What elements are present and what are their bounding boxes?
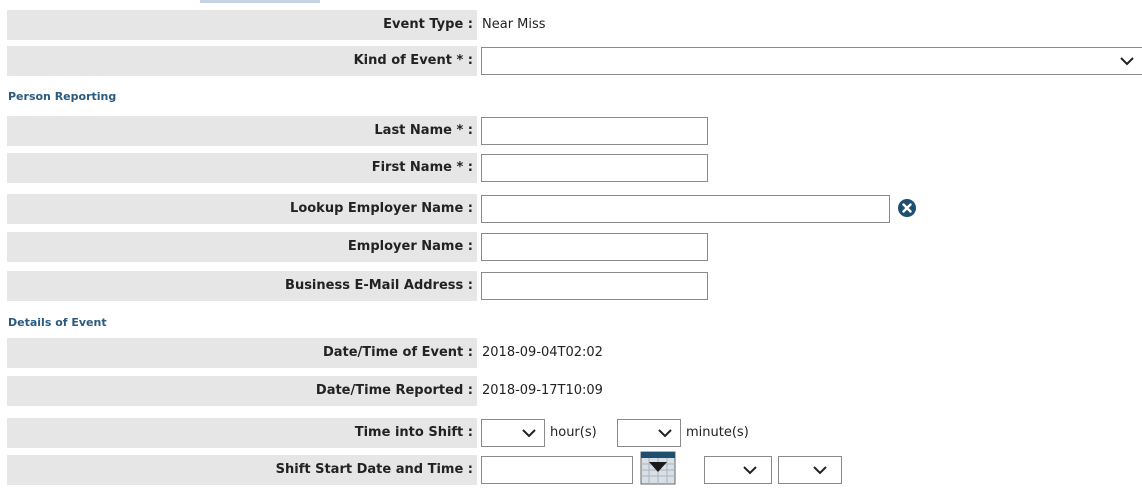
row-lookup-employer: Lookup Employer Name : <box>0 194 1142 224</box>
row-first-name: First Name * : <box>0 153 1142 183</box>
row-business-email: Business E-Mail Address : <box>0 271 1142 301</box>
employer-name-label: Employer Name : <box>7 232 477 262</box>
row-datetime-event: Date/Time of Event : 2018-09-04T02:02 <box>0 338 1142 368</box>
hour-select[interactable] <box>481 419 545 447</box>
business-email-input[interactable] <box>481 272 708 300</box>
row-time-into-shift: Time into Shift : hour(s) minute(s) <box>0 418 1142 448</box>
chevron-down-icon <box>658 429 672 438</box>
section-details-of-event: Details of Event <box>8 316 107 329</box>
shift-start-date-input[interactable] <box>481 456 633 484</box>
kind-of-event-label: Kind of Event * : <box>7 46 477 76</box>
row-employer-name: Employer Name : <box>0 232 1142 262</box>
employer-name-input[interactable] <box>481 233 708 261</box>
datetime-reported-label: Date/Time Reported : <box>7 376 477 406</box>
lookup-employer-label: Lookup Employer Name : <box>7 194 477 224</box>
chevron-down-icon <box>1120 57 1134 66</box>
minute-unit-label: minute(s) <box>686 425 749 440</box>
first-name-label: First Name * : <box>7 153 477 183</box>
chevron-down-icon <box>743 466 757 475</box>
datetime-event-value: 2018-09-04T02:02 <box>482 345 603 360</box>
minute-select[interactable] <box>617 419 681 447</box>
datetime-event-label: Date/Time of Event : <box>7 338 477 368</box>
shift-start-hour-select[interactable] <box>704 456 772 484</box>
clear-x-circle-icon[interactable] <box>897 198 917 218</box>
shift-start-minute-select[interactable] <box>778 456 842 484</box>
event-type-label: Event Type : <box>7 10 477 40</box>
hour-unit-label: hour(s) <box>550 425 597 440</box>
event-type-value: Near Miss <box>482 17 546 32</box>
chevron-down-icon <box>813 466 827 475</box>
business-email-label: Business E-Mail Address : <box>7 271 477 301</box>
row-kind-of-event: Kind of Event * : <box>0 46 1142 76</box>
row-event-type: Event Type : Near Miss <box>0 10 1142 40</box>
last-name-input[interactable] <box>481 117 708 145</box>
top-edge <box>0 0 1142 6</box>
row-shift-start: Shift Start Date and Time : <box>0 451 1142 485</box>
lookup-employer-input[interactable] <box>481 195 890 223</box>
last-name-label: Last Name * : <box>7 116 477 146</box>
datetime-reported-value: 2018-09-17T10:09 <box>482 383 603 398</box>
first-name-input[interactable] <box>481 154 708 182</box>
time-into-shift-label: Time into Shift : <box>7 418 477 448</box>
row-last-name: Last Name * : <box>0 116 1142 146</box>
section-person-reporting: Person Reporting <box>8 90 117 103</box>
kind-of-event-select[interactable] <box>481 47 1142 75</box>
top-link-remnant <box>200 0 320 3</box>
chevron-down-icon <box>522 429 536 438</box>
calendar-icon[interactable] <box>640 450 676 486</box>
row-datetime-reported: Date/Time Reported : 2018-09-17T10:09 <box>0 376 1142 406</box>
shift-start-label: Shift Start Date and Time : <box>7 455 477 485</box>
